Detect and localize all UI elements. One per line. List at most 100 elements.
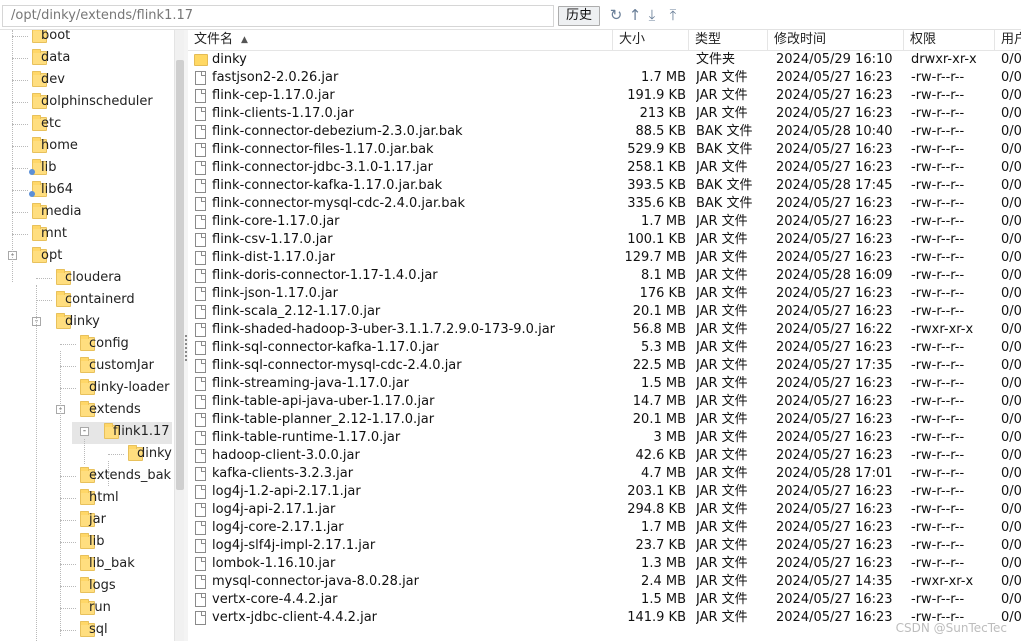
file-row[interactable]: flink-dist-1.17.0.jar 129.7 MB JAR 文件 2024/… — [188, 249, 1021, 267]
tree-item-jar[interactable]: jar — [0, 510, 172, 532]
file-type: JAR 文件 — [696, 538, 748, 553]
tree-connector-line — [60, 608, 76, 609]
history-button[interactable]: 历史 — [558, 6, 600, 26]
file-row[interactable]: vertx-core-4.4.2.jar 1.5 MB JAR 文件 2024/05/… — [188, 591, 1021, 609]
path-input[interactable]: /opt/dinky/extends/flink1.17 — [2, 5, 554, 27]
tree-item-data[interactable]: data — [0, 48, 172, 70]
file-name: flink-scala_2.12-1.17.0.jar — [212, 304, 381, 319]
tree-item-lib-bak[interactable]: lib_bak — [0, 554, 172, 576]
up-directory-icon[interactable]: ↑ — [626, 6, 644, 24]
file-icon — [195, 215, 206, 229]
tree-item-dinky-loader[interactable]: dinky-loader — [0, 378, 172, 400]
file-row[interactable]: log4j-slf4j-impl-2.17.1.jar 23.7 KB JAR 文件… — [188, 537, 1021, 555]
file-size: 20.1 MB — [632, 304, 686, 319]
file-modified-time: 2024/05/27 16:22 — [776, 322, 893, 337]
tree-item-etc[interactable]: etc — [0, 114, 172, 136]
file-row[interactable]: flink-cep-1.17.0.jar 191.9 KB JAR 文件 2024/0… — [188, 87, 1021, 105]
tree-item-boot[interactable]: boot — [0, 30, 172, 48]
file-row[interactable]: flink-connector-jdbc-3.1.0-1.17.jar 258.1… — [188, 159, 1021, 177]
file-name: flink-dist-1.17.0.jar — [212, 250, 336, 265]
refresh-icon[interactable]: ↻ — [607, 6, 625, 24]
tree-item-html[interactable]: html — [0, 488, 172, 510]
tree-item-extends[interactable]: extends - — [0, 400, 172, 422]
file-row[interactable]: dinky 文件夹 2024/05/29 16:10 drwxr-xr-x 0/0 — [188, 51, 1021, 69]
tree-item-home[interactable]: home — [0, 136, 172, 158]
file-modified-time: 2024/05/27 16:23 — [776, 160, 893, 175]
tree-item-cloudera[interactable]: cloudera — [0, 268, 172, 290]
file-row[interactable]: flink-table-planner_2.12-1.17.0.jar 20.1 … — [188, 411, 1021, 429]
file-row[interactable]: fastjson2-2.0.26.jar 1.7 MB JAR 文件 2024/05/… — [188, 69, 1021, 87]
upload-icon[interactable]: ⤒ — [664, 6, 682, 24]
file-size: 5.3 MB — [641, 340, 686, 355]
tree-item-dinky[interactable]: dinky — [0, 444, 172, 466]
file-row[interactable]: mysql-connector-java-8.0.28.jar 2.4 MB JAR… — [188, 573, 1021, 591]
file-row[interactable]: kafka-clients-3.2.3.jar 4.7 MB JAR 文件 2024/… — [188, 465, 1021, 483]
file-row[interactable]: flink-doris-connector-1.17-1.4.0.jar 8.1 … — [188, 267, 1021, 285]
tree-item-lib[interactable]: lib — [0, 532, 172, 554]
file-modified-time: 2024/05/27 16:23 — [776, 142, 893, 157]
file-row[interactable]: flink-clients-1.17.0.jar 213 KB JAR 文件 2024… — [188, 105, 1021, 123]
tree-connector-line — [60, 388, 76, 389]
file-type: JAR 文件 — [696, 376, 748, 391]
file-modified-time: 2024/05/27 16:23 — [776, 610, 893, 625]
column-header-type[interactable]: 类型 — [689, 30, 768, 51]
file-row[interactable]: flink-sql-connector-mysql-cdc-2.4.0.jar 2… — [188, 357, 1021, 375]
tree-scrollbar[interactable] — [174, 30, 184, 641]
file-row[interactable]: lombok-1.16.10.jar 1.3 MB JAR 文件 2024/05/27… — [188, 555, 1021, 573]
file-type: JAR 文件 — [696, 268, 748, 283]
file-row[interactable]: flink-scala_2.12-1.17.0.jar 20.1 MB JAR 文件… — [188, 303, 1021, 321]
file-row[interactable]: flink-table-runtime-1.17.0.jar 3 MB JAR 文件… — [188, 429, 1021, 447]
file-row[interactable]: hadoop-client-3.0.0.jar 42.6 KB JAR 文件 2024… — [188, 447, 1021, 465]
file-row[interactable]: flink-shaded-hadoop-3-uber-3.1.1.7.2.9.0… — [188, 321, 1021, 339]
tree-item-mnt[interactable]: mnt — [0, 224, 172, 246]
tree-item-sql[interactable]: sql — [0, 620, 172, 641]
file-row[interactable]: flink-streaming-java-1.17.0.jar 1.5 MB JAR… — [188, 375, 1021, 393]
collapse-toggle-icon[interactable]: - — [80, 427, 89, 436]
file-row[interactable]: flink-connector-mysql-cdc-2.4.0.jar.bak 3… — [188, 195, 1021, 213]
file-owner: 0/0 — [1001, 268, 1021, 283]
tree-item-customjar[interactable]: customJar — [0, 356, 172, 378]
file-row[interactable]: flink-json-1.17.0.jar 176 KB JAR 文件 2024/05… — [188, 285, 1021, 303]
tree-item-extends-bak[interactable]: extends_bak — [0, 466, 172, 488]
file-row[interactable]: log4j-core-2.17.1.jar 1.7 MB JAR 文件 2024/05… — [188, 519, 1021, 537]
file-type: JAR 文件 — [696, 88, 748, 103]
file-modified-time: 2024/05/28 17:01 — [776, 466, 893, 481]
file-row[interactable]: flink-table-api-java-uber-1.17.0.jar 14.7… — [188, 393, 1021, 411]
download-icon[interactable]: ⤓ — [643, 6, 661, 24]
file-row[interactable]: flink-core-1.17.0.jar 1.7 MB JAR 文件 2024/05… — [188, 213, 1021, 231]
tree-item-dolphinscheduler[interactable]: dolphinscheduler — [0, 92, 172, 114]
splitter-grip[interactable] — [185, 335, 187, 361]
tree-item-dinky[interactable]: dinky - — [0, 312, 172, 334]
tree-item-media[interactable]: media — [0, 202, 172, 224]
tree-item-run[interactable]: run — [0, 598, 172, 620]
column-header-user[interactable]: 用户 — [995, 30, 1021, 51]
file-icon — [195, 449, 206, 463]
tree-scrollbar-thumb[interactable] — [176, 60, 184, 490]
file-row[interactable]: flink-connector-debezium-2.3.0.jar.bak 88… — [188, 123, 1021, 141]
tree-item-logs[interactable]: logs — [0, 576, 172, 598]
tree-item-opt[interactable]: opt - — [0, 246, 172, 268]
tree-item-lib64[interactable]: lib64 — [0, 180, 172, 202]
file-row[interactable]: log4j-api-2.17.1.jar 294.8 KB JAR 文件 2024/0… — [188, 501, 1021, 519]
file-row[interactable]: flink-connector-files-1.17.0.jar.bak 529.… — [188, 141, 1021, 159]
file-type: BAK 文件 — [696, 124, 753, 139]
column-header-permissions[interactable]: 权限 — [904, 30, 995, 51]
file-type: JAR 文件 — [696, 502, 748, 517]
tree-item-containerd[interactable]: containerd — [0, 290, 172, 312]
file-permissions: -rw-r--r-- — [911, 592, 965, 607]
file-row[interactable]: flink-connector-kafka-1.17.0.jar.bak 393.… — [188, 177, 1021, 195]
column-header-name[interactable]: 文件名 ▲ — [188, 30, 613, 51]
file-size: 1.5 MB — [641, 376, 686, 391]
tree-item-config[interactable]: config — [0, 334, 172, 356]
column-header-modified[interactable]: 修改时间 — [768, 30, 904, 51]
file-row[interactable]: flink-sql-connector-kafka-1.17.0.jar 5.3 … — [188, 339, 1021, 357]
file-type: JAR 文件 — [696, 250, 748, 265]
file-permissions: -rw-r--r-- — [911, 70, 965, 85]
file-name: flink-connector-debezium-2.3.0.jar.bak — [212, 124, 463, 139]
file-row[interactable]: flink-csv-1.17.0.jar 100.1 KB JAR 文件 2024/0… — [188, 231, 1021, 249]
tree-item-dev[interactable]: dev — [0, 70, 172, 92]
file-row[interactable]: log4j-1.2-api-2.17.1.jar 203.1 KB JAR 文件 20… — [188, 483, 1021, 501]
tree-item-lib[interactable]: lib — [0, 158, 172, 180]
column-header-size[interactable]: 大小 — [613, 30, 689, 51]
tree-item-flink1-17[interactable]: flink1.17 - — [72, 422, 172, 444]
